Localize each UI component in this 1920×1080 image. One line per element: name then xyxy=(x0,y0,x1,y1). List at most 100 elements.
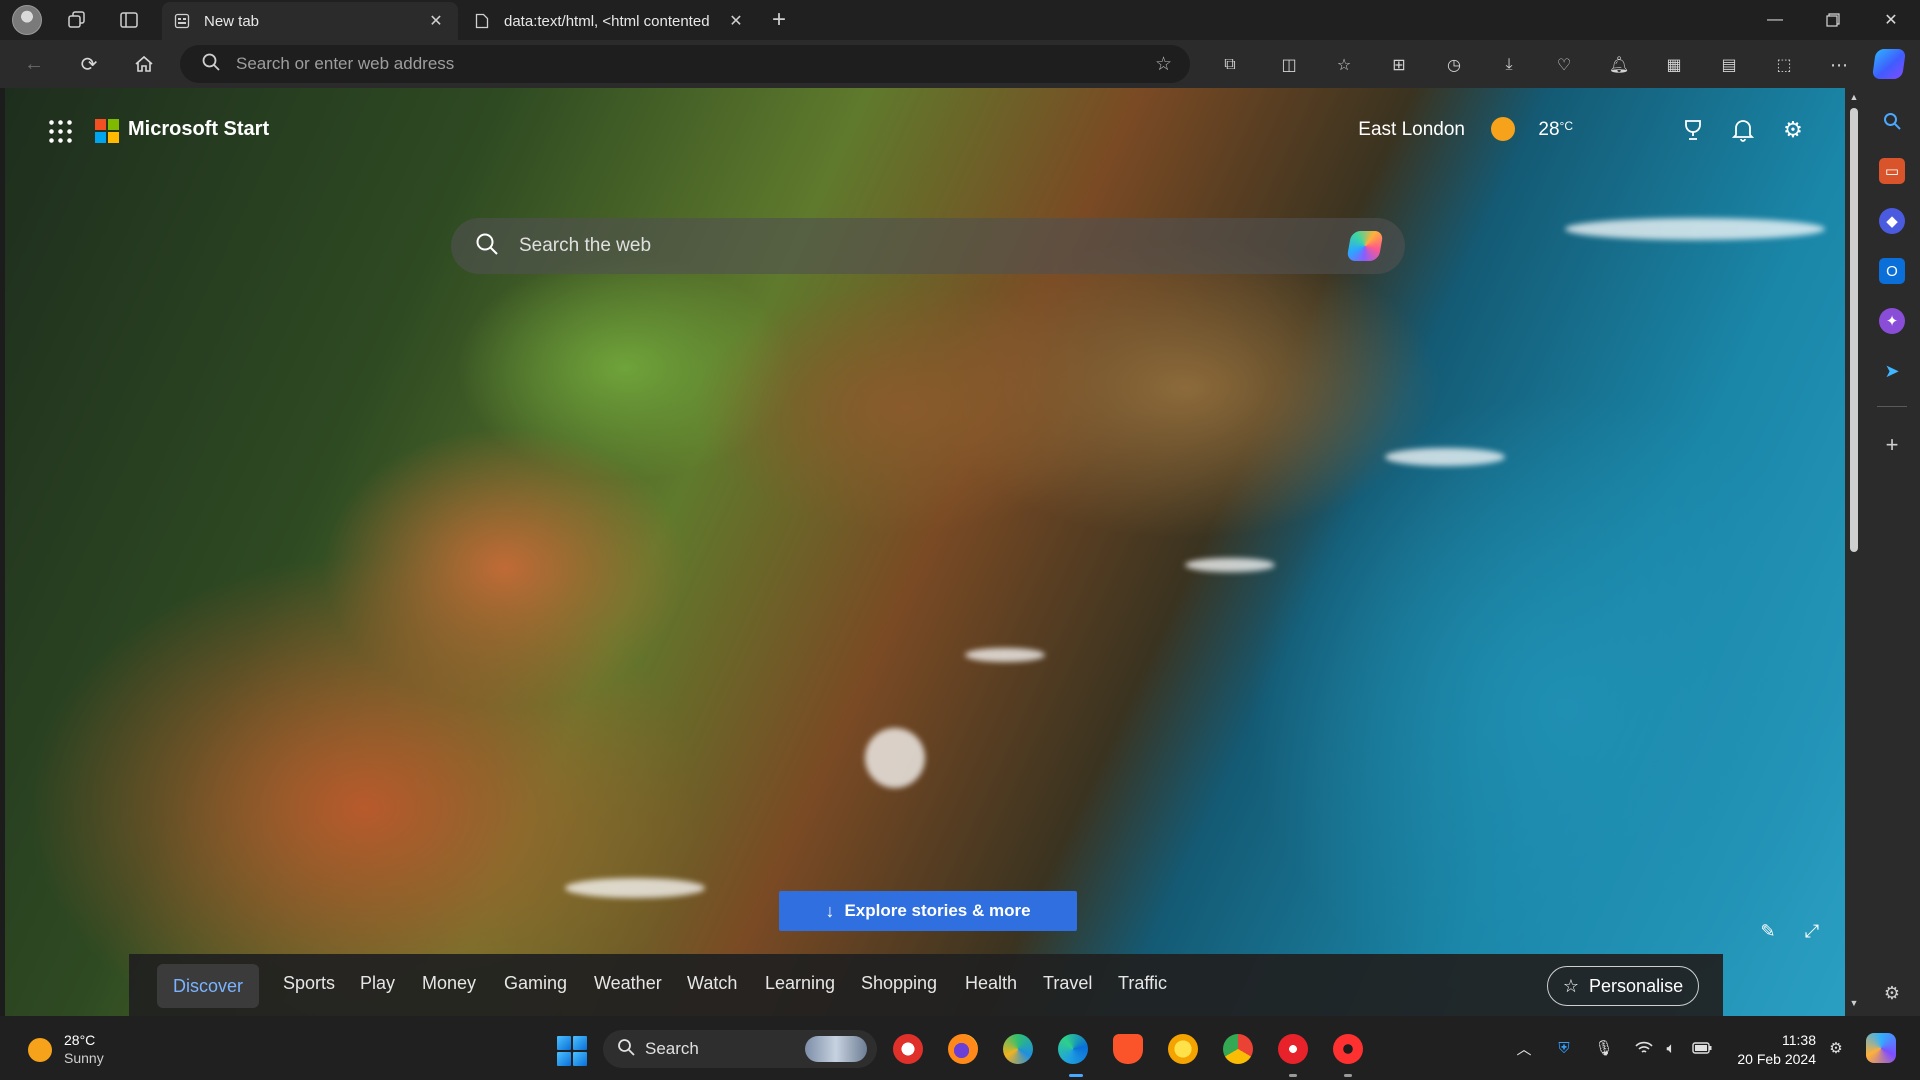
copilot-taskbar-icon[interactable] xyxy=(1866,1033,1896,1063)
page-scrollbar[interactable]: ▲ ▼ xyxy=(1845,88,1863,1016)
weather-sunny-icon[interactable] xyxy=(28,1038,52,1062)
brand-name[interactable]: Microsoft Start xyxy=(128,118,269,141)
chrome-canary-icon[interactable] xyxy=(1168,1034,1198,1064)
page-icon xyxy=(474,13,490,29)
app-launcher-icon[interactable] xyxy=(47,118,73,144)
taskbar-date[interactable]: 20 Feb 2024 xyxy=(1732,1051,1816,1067)
show-hidden-icons-chevron-icon[interactable]: ︿ xyxy=(1514,1038,1534,1058)
sunny-icon[interactable] xyxy=(1491,117,1515,141)
media-player-icon[interactable] xyxy=(1278,1034,1308,1064)
refresh-button[interactable]: ⟳ xyxy=(73,48,105,80)
scroll-down-arrow-icon[interactable]: ▼ xyxy=(1848,998,1860,1010)
new-tab-page: Microsoft Start East London 28°C ⚙ Searc… xyxy=(5,88,1845,1016)
apps-icon[interactable]: ▦ xyxy=(1661,52,1687,78)
category-traffic[interactable]: Traffic xyxy=(1118,973,1167,994)
edit-background-icon[interactable]: ✎ xyxy=(1757,920,1779,942)
notifications-icon[interactable]: 🔔︎ xyxy=(1606,52,1632,78)
taskbar-weather-condition[interactable]: Sunny xyxy=(64,1050,104,1066)
restore-button[interactable] xyxy=(1804,0,1862,40)
tab-data-html[interactable]: data:text/html, <html contented ✕ xyxy=(462,2,758,40)
category-discover[interactable]: Discover xyxy=(157,964,260,1008)
copilot-icon[interactable] xyxy=(1346,231,1384,261)
tab-new-tab[interactable]: New tab ✕ xyxy=(162,2,458,40)
microphone-icon[interactable]: 🎙︎ xyxy=(1594,1038,1614,1058)
windows-start-icon[interactable] xyxy=(557,1036,587,1066)
opera-icon[interactable] xyxy=(1333,1034,1363,1064)
logo-square xyxy=(95,132,106,143)
scroll-up-arrow-icon[interactable]: ▲ xyxy=(1848,92,1860,104)
taskbar-weather-temp[interactable]: 28°C xyxy=(64,1032,95,1048)
taskbar-search[interactable]: Search xyxy=(603,1030,877,1068)
weather-temperature[interactable]: 28°C xyxy=(1538,119,1573,141)
extensions-icon[interactable]: ⧉ xyxy=(1217,52,1243,78)
volume-icon[interactable]: 🔈︎ xyxy=(1661,1038,1681,1058)
category-weather[interactable]: Weather xyxy=(594,973,662,994)
tools-briefcase-icon[interactable]: ▭ xyxy=(1879,158,1905,184)
profile-avatar[interactable] xyxy=(12,5,42,35)
sidebar-app-icon[interactable]: ◆ xyxy=(1879,208,1905,234)
minimize-button[interactable]: — xyxy=(1746,0,1804,40)
scrollbar-thumb[interactable] xyxy=(1850,108,1858,552)
battery-icon[interactable] xyxy=(1692,1038,1712,1058)
wifi-icon[interactable] xyxy=(1634,1038,1654,1058)
personalise-label: Personalise xyxy=(1589,975,1684,996)
chrome-icon[interactable] xyxy=(1223,1034,1253,1064)
close-tab-icon[interactable]: ✕ xyxy=(726,11,746,31)
favorites-icon[interactable]: ☆ xyxy=(1331,52,1357,78)
security-shield-icon[interactable]: ⛨ xyxy=(1554,1038,1574,1058)
close-window-button[interactable]: ✕ xyxy=(1862,0,1920,40)
weather-location[interactable]: East London xyxy=(1358,119,1465,141)
designer-icon[interactable]: ✦ xyxy=(1879,308,1905,334)
web-search-input[interactable]: Search the web xyxy=(519,235,651,257)
category-money[interactable]: Money xyxy=(422,973,476,994)
downloads-icon[interactable]: ⤓ xyxy=(1496,52,1522,78)
edge-sidebar: ▭ ◆ O ✦ ➤ + ⚙ xyxy=(1863,88,1920,1016)
outlook-icon[interactable]: O xyxy=(1879,258,1905,284)
category-health[interactable]: Health xyxy=(965,973,1017,994)
sidebar-settings-gear-icon[interactable]: ⚙ xyxy=(1879,980,1905,1006)
settings-gear-icon[interactable]: ⚙ xyxy=(1779,116,1807,144)
category-shopping[interactable]: Shopping xyxy=(861,973,937,994)
split-screen-icon[interactable]: ◫ xyxy=(1276,52,1302,78)
vivaldi-icon[interactable] xyxy=(893,1034,923,1064)
sidebar-search-icon[interactable] xyxy=(1879,108,1905,134)
surf-decoration xyxy=(565,878,705,898)
workspaces-icon[interactable] xyxy=(62,6,92,34)
address-bar[interactable]: Search or enter web address ☆ xyxy=(180,45,1190,83)
tab-actions-icon[interactable] xyxy=(114,6,144,34)
home-button[interactable] xyxy=(128,48,160,80)
rewards-icon[interactable] xyxy=(1679,116,1707,144)
personalise-button[interactable]: ☆ Personalise xyxy=(1547,966,1699,1006)
address-input[interactable]: Search or enter web address xyxy=(236,54,454,74)
screenshot-icon[interactable]: ⬚ xyxy=(1771,52,1797,78)
web-search-box[interactable]: Search the web xyxy=(451,218,1405,274)
copilot-icon[interactable] xyxy=(1871,49,1907,79)
brave-icon[interactable] xyxy=(1113,1034,1143,1064)
category-watch[interactable]: Watch xyxy=(687,973,737,994)
browser-essentials-icon[interactable]: ♡ xyxy=(1551,52,1577,78)
collections-icon[interactable]: ⊞ xyxy=(1386,52,1412,78)
new-tab-button[interactable]: + xyxy=(764,6,794,34)
favorite-star-icon[interactable]: ☆ xyxy=(1155,53,1172,76)
add-sidebar-app-icon[interactable]: + xyxy=(1879,432,1905,458)
sidebar-toggle-icon[interactable]: ▤ xyxy=(1716,52,1742,78)
edge-icon[interactable] xyxy=(1058,1034,1088,1064)
category-sports[interactable]: Sports xyxy=(283,973,335,994)
expand-icon[interactable]: ⤢ xyxy=(1801,920,1823,942)
category-learning[interactable]: Learning xyxy=(765,973,835,994)
close-tab-icon[interactable]: ✕ xyxy=(426,11,446,31)
explore-stories-button[interactable]: ↓ Explore stories & more xyxy=(779,891,1077,931)
taskbar-time[interactable]: 11:38 xyxy=(1732,1032,1816,1048)
firefox-icon[interactable] xyxy=(948,1034,978,1064)
category-gaming[interactable]: Gaming xyxy=(504,973,567,994)
drop-send-icon[interactable]: ➤ xyxy=(1879,358,1905,384)
notification-settings-icon[interactable]: ⚙ xyxy=(1826,1038,1846,1058)
more-options-icon[interactable]: ⋯ xyxy=(1826,52,1852,78)
category-play[interactable]: Play xyxy=(360,973,395,994)
back-button[interactable]: ← xyxy=(18,48,50,80)
category-travel[interactable]: Travel xyxy=(1043,973,1092,994)
notifications-bell-icon[interactable] xyxy=(1729,116,1757,144)
logo-square xyxy=(95,119,106,130)
history-icon[interactable]: ◷ xyxy=(1441,52,1467,78)
edge-dev-icon[interactable] xyxy=(1003,1034,1033,1064)
